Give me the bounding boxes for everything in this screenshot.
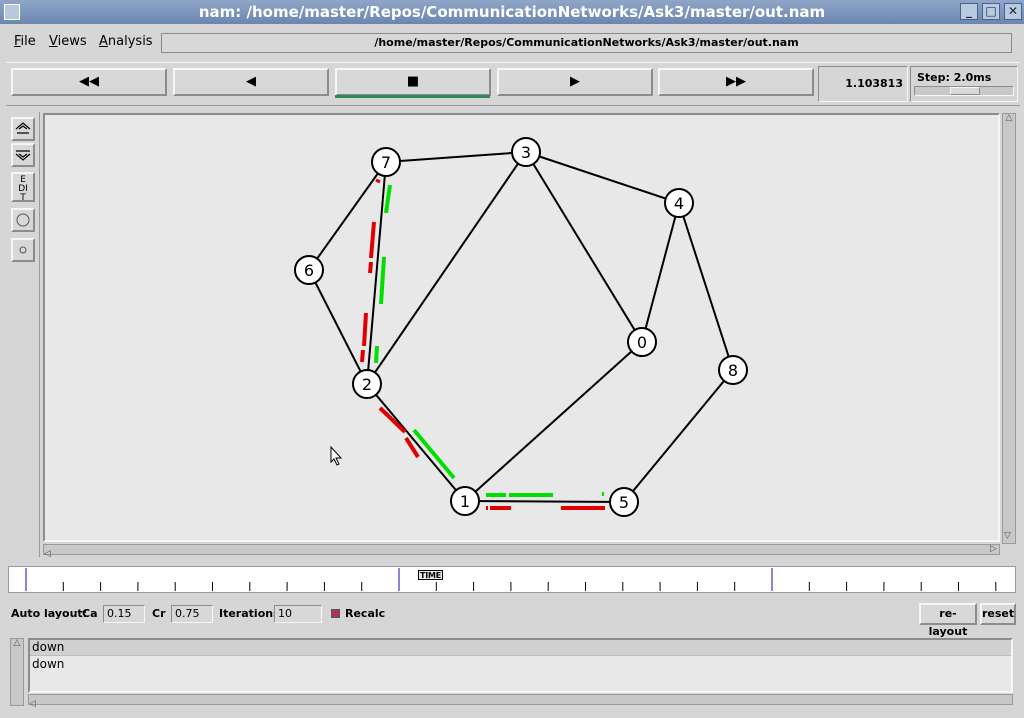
- scroll-down-arrow-icon[interactable]: ▽: [1004, 532, 1011, 541]
- node-2[interactable]: 2: [352, 369, 382, 399]
- node-1[interactable]: 1: [450, 486, 480, 516]
- packet-green: [379, 256, 386, 305]
- packet-green: [412, 428, 456, 480]
- packet-red: [360, 349, 365, 363]
- log-horizontal-scrollbar[interactable]: ◁: [28, 694, 1013, 709]
- log-vertical-scrollbar[interactable]: △: [10, 638, 24, 706]
- node-label: 4: [674, 194, 684, 213]
- packet-red: [369, 221, 376, 259]
- link-6-2: [308, 269, 368, 385]
- packet-red: [362, 312, 368, 347]
- log-scroll-left-icon[interactable]: ◁: [29, 699, 36, 709]
- ca-label: Ca: [82, 607, 98, 620]
- cr-input[interactable]: 0.75: [171, 605, 213, 623]
- node-label: 6: [304, 261, 314, 280]
- node-6[interactable]: 6: [294, 255, 324, 285]
- relayout-button[interactable]: re-layout: [919, 603, 977, 638]
- node-label: 7: [381, 153, 391, 172]
- node-8[interactable]: 8: [718, 355, 748, 385]
- packets-layer: [360, 178, 605, 510]
- link-3-4: [525, 151, 680, 204]
- canvas-vertical-scrollbar[interactable]: △: [1002, 113, 1016, 544]
- recalc-checkbox[interactable]: [331, 609, 340, 618]
- log-line: down: [32, 640, 65, 654]
- link-3-0: [525, 151, 643, 343]
- packet-red: [378, 406, 407, 434]
- link-4-8: [678, 202, 734, 371]
- recalc-label: Recalc: [345, 607, 386, 620]
- packet-green: [384, 184, 392, 214]
- canvas-horizontal-scrollbar[interactable]: ◁: [43, 544, 1000, 559]
- time-marker[interactable]: TIME: [418, 570, 444, 580]
- node-3[interactable]: 3: [511, 137, 541, 167]
- mouse-cursor-icon: [330, 445, 343, 466]
- log-scroll-up-icon[interactable]: △: [11, 639, 23, 648]
- node-label: 3: [521, 143, 531, 162]
- cr-label: Cr: [152, 607, 166, 620]
- node-0[interactable]: 0: [627, 327, 657, 357]
- link-4-0: [641, 202, 680, 343]
- packet-red: [375, 178, 381, 184]
- node-7[interactable]: 7: [371, 147, 401, 177]
- link-1-0: [464, 341, 643, 502]
- scroll-right-arrow-icon[interactable]: ▷: [990, 545, 997, 554]
- reset-button[interactable]: reset: [980, 603, 1016, 625]
- node-label: 2: [362, 375, 372, 394]
- log-selected-row[interactable]: [30, 640, 1011, 656]
- ca-input[interactable]: 0.15: [103, 605, 145, 623]
- packet-red: [404, 436, 420, 459]
- node-label: 8: [728, 361, 738, 380]
- timeline-ticks: [25, 568, 997, 591]
- node-label: 5: [619, 493, 629, 512]
- node-label: 1: [460, 492, 470, 511]
- node-4[interactable]: 4: [664, 188, 694, 218]
- packet-green: [374, 345, 379, 364]
- link-1-5: [464, 500, 625, 503]
- scroll-left-arrow-icon[interactable]: ◁: [44, 549, 51, 559]
- node-5[interactable]: 5: [609, 487, 639, 517]
- link-5-8: [623, 369, 734, 503]
- link-7-6: [308, 161, 387, 271]
- packet-red: [368, 261, 373, 274]
- link-2-1: [366, 383, 466, 502]
- iterations-label: Iterations: [219, 607, 280, 620]
- autolayout-label: Auto layout:: [11, 607, 88, 620]
- link-7-3: [385, 151, 527, 163]
- scroll-up-arrow-icon[interactable]: △: [1003, 114, 1015, 123]
- node-label: 0: [637, 333, 647, 352]
- log-line: down: [32, 657, 65, 671]
- iterations-input[interactable]: 10: [274, 605, 322, 623]
